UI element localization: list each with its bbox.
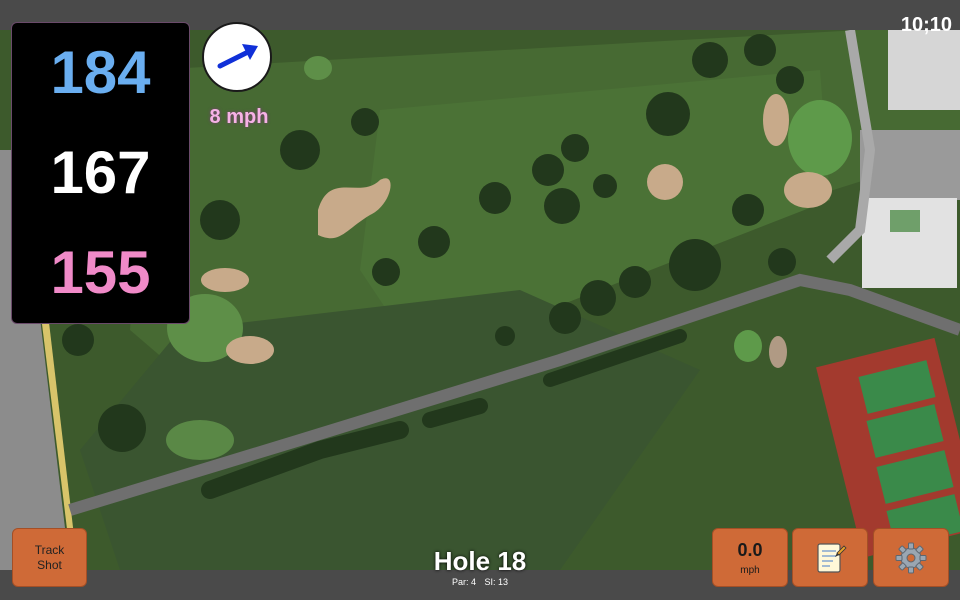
wind-button[interactable]: 0.0 mph [712,528,788,587]
notepad-icon [817,542,847,573]
hole-stroke-index: SI: 13 [484,577,509,587]
track-shot-button[interactable]: Track Shot [12,528,87,587]
hole-par: Par: 4 [451,577,476,587]
wind-value: 0.0 [737,539,763,560]
distance-middle: 167 [50,139,151,206]
hole-title: Hole 18 [433,546,527,576]
clock: 10;10 [900,14,952,36]
track-shot-label-line1: Track [34,543,65,558]
distance-panel: 184 167 155 [11,22,190,324]
settings-button[interactable] [873,528,949,587]
gear-icon [895,542,927,573]
hole-info: Par: 4 SI: 13 [380,577,580,587]
arrow-icon [217,44,258,69]
wind-speed-label: 8 mph [209,106,269,128]
distance-back: 184 [50,39,151,106]
wind-direction-indicator [202,22,272,92]
notes-button[interactable] [792,528,868,587]
distance-front: 155 [50,239,151,306]
wind-unit: mph [740,564,760,576]
track-shot-label-line2: Shot [37,557,62,572]
